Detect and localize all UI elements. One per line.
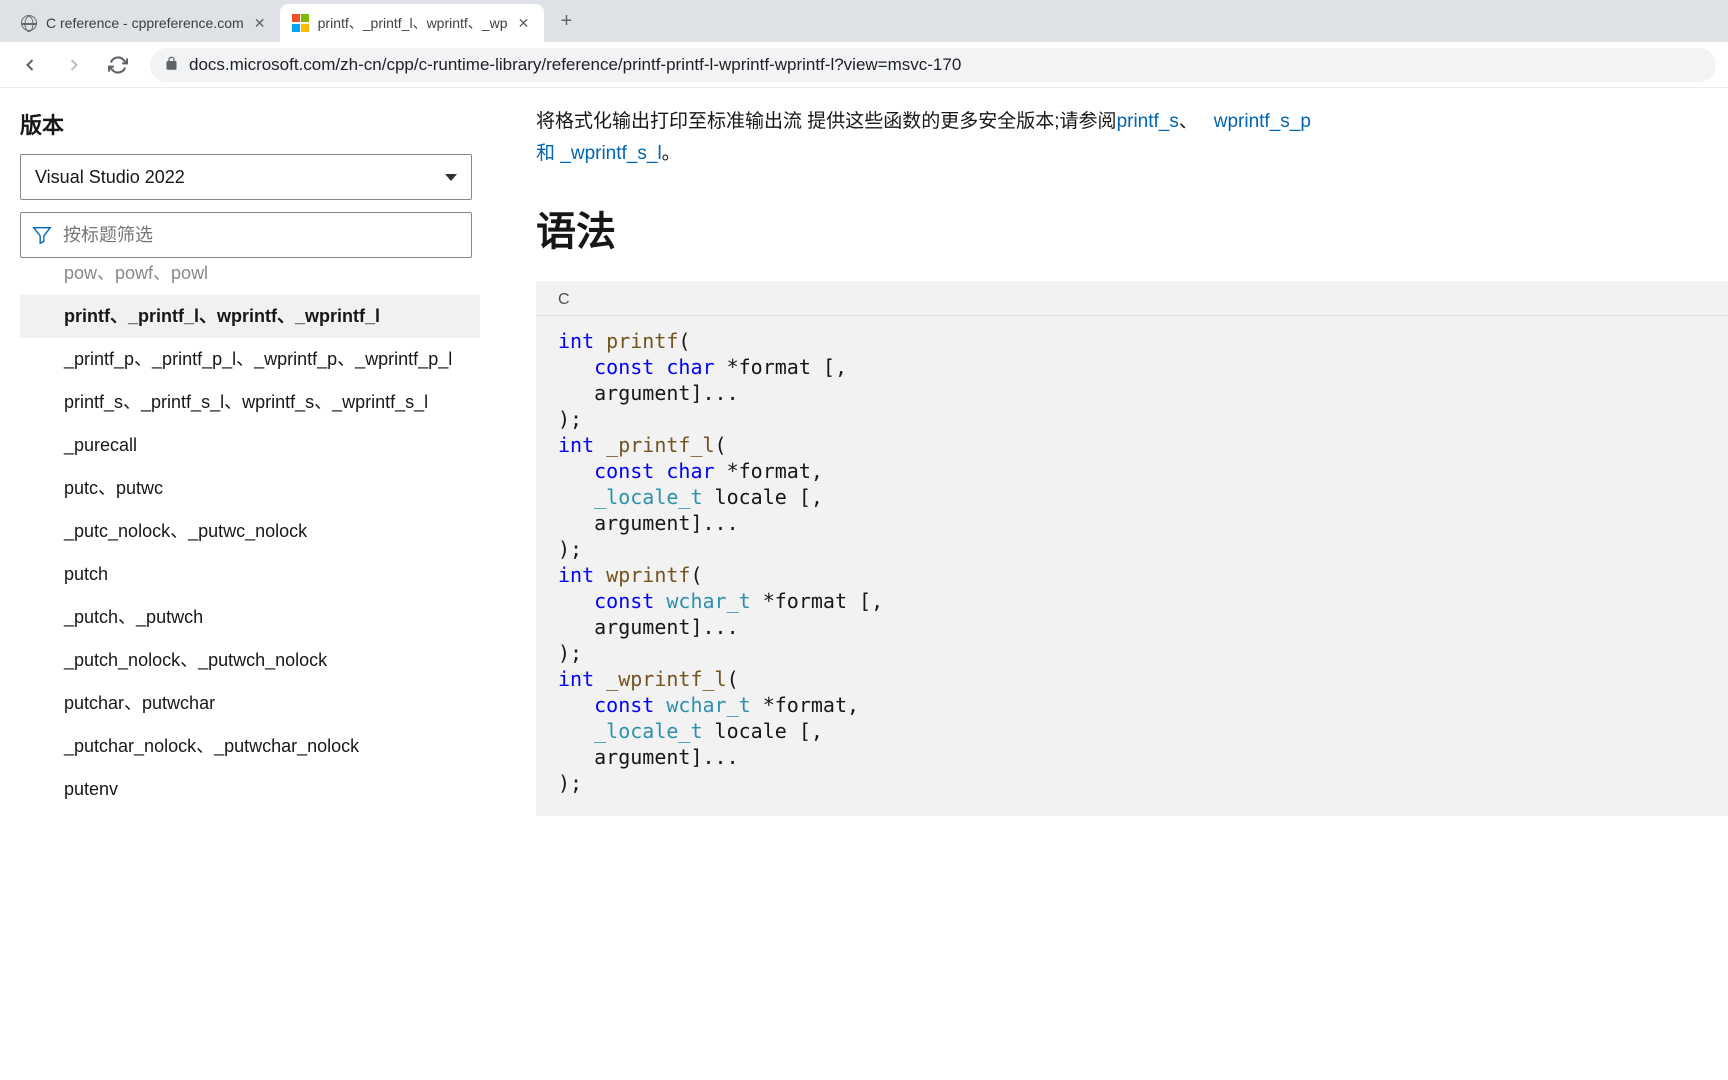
toc-item[interactable]: _putenv、_wputenv — [20, 811, 480, 820]
toc-item[interactable]: pow、powf、powl — [20, 260, 480, 295]
link-wprintf-s-p[interactable]: wprintf_s_p — [1214, 111, 1311, 132]
toc-item[interactable]: putenv — [20, 768, 480, 811]
browser-tab-1[interactable]: printf、_printf_l、wprintf、_wp ✕ — [280, 4, 544, 42]
code-body[interactable]: int printf( const char *format [, argume… — [536, 316, 1728, 816]
filter-container — [20, 212, 472, 258]
version-dropdown[interactable]: Visual Studio 2022 — [20, 154, 472, 200]
link-printf-s[interactable]: printf_s — [1117, 111, 1179, 132]
version-value: Visual Studio 2022 — [35, 167, 185, 188]
tab-title: C reference - cppreference.com — [46, 15, 244, 31]
toc-item[interactable]: printf_s、_printf_s_l、wprintf_s、_wprintf_… — [20, 381, 480, 424]
toc-item[interactable]: putc、putwc — [20, 467, 480, 510]
sidebar: 版本 Visual Studio 2022 pow、powf、powl prin… — [0, 88, 490, 1080]
url-text: docs.microsoft.com/zh-cn/cpp/c-runtime-l… — [189, 55, 961, 75]
filter-input[interactable] — [63, 225, 461, 246]
code-language-label: C — [536, 281, 1728, 316]
syntax-heading: 语法 — [536, 199, 1728, 257]
close-icon[interactable]: ✕ — [516, 15, 532, 31]
microsoft-logo-icon — [292, 14, 310, 32]
back-button[interactable] — [12, 47, 48, 83]
link-wprintf-s-l[interactable]: 和 _wprintf_s_l — [536, 143, 662, 164]
lock-icon — [164, 56, 179, 74]
main-content: 将格式化输出打印至标准输出流 提供这些函数的更多安全版本;请参阅printf_s… — [490, 88, 1728, 1080]
toc-item[interactable]: _purecall — [20, 424, 480, 467]
code-block: C int printf( const char *format [, argu… — [536, 281, 1728, 816]
table-of-contents[interactable]: pow、powf、powl printf、_printf_l、wprintf、_… — [20, 260, 480, 820]
toc-item[interactable]: _putch、_putwch — [20, 596, 480, 639]
intro-paragraph: 将格式化输出打印至标准输出流 提供这些函数的更多安全版本;请参阅printf_s… — [536, 106, 1728, 171]
toc-item[interactable]: _printf_p、_printf_p_l、_wprintf_p、_wprint… — [20, 338, 480, 381]
address-bar[interactable]: docs.microsoft.com/zh-cn/cpp/c-runtime-l… — [150, 48, 1716, 82]
tab-title: printf、_printf_l、wprintf、_wp — [318, 13, 508, 33]
browser-nav-bar: docs.microsoft.com/zh-cn/cpp/c-runtime-l… — [0, 42, 1728, 88]
globe-icon — [20, 14, 38, 32]
filter-icon — [31, 224, 53, 246]
reload-button[interactable] — [100, 47, 136, 83]
toc-item-active[interactable]: printf、_printf_l、wprintf、_wprintf_l — [20, 295, 480, 338]
toc-item[interactable]: putch — [20, 553, 480, 596]
toc-item[interactable]: _putch_nolock、_putwch_nolock — [20, 639, 480, 682]
version-heading: 版本 — [20, 108, 490, 140]
close-icon[interactable]: ✕ — [252, 15, 268, 31]
browser-tab-bar: C reference - cppreference.com ✕ printf、… — [0, 0, 1728, 42]
toc-item[interactable]: _putc_nolock、_putwc_nolock — [20, 510, 480, 553]
new-tab-button[interactable]: + — [552, 6, 582, 36]
toc-item[interactable]: putchar、putwchar — [20, 682, 480, 725]
forward-button[interactable] — [56, 47, 92, 83]
browser-tab-0[interactable]: C reference - cppreference.com ✕ — [8, 4, 280, 42]
toc-item[interactable]: _putchar_nolock、_putwchar_nolock — [20, 725, 480, 768]
